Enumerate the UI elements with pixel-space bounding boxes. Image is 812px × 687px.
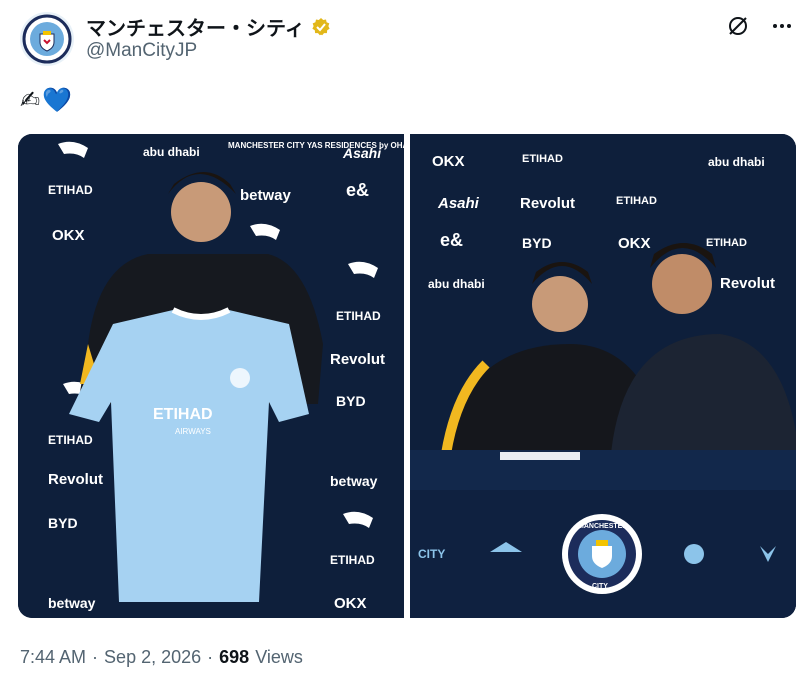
separator-dot: ·	[92, 647, 99, 667]
photo-right-illustration: OKX ETIHAD abu dhabi Asahi Revolut ETIHA…	[410, 134, 796, 618]
sponsor-okx: OKX	[52, 227, 85, 244]
crest-bottom-text: CITY	[592, 583, 608, 590]
photo-player-holding-shirt[interactable]: abu dhabi MANCHESTER CITY YAS RESIDENCES…	[18, 134, 404, 618]
sponsor-okx-r2: OKX	[618, 235, 651, 252]
writing-hand-emoji: ✍	[20, 87, 41, 114]
user-handle[interactable]: @ManCityJP	[86, 40, 197, 62]
sponsor-byd-r: BYD	[522, 235, 552, 251]
tweet-time[interactable]: 7:44 AM	[20, 647, 86, 668]
club-crest-table: MANCHESTER CITY	[562, 514, 642, 594]
sponsor-revolut-2: Revolut	[48, 471, 103, 488]
sponsor-okx-2: OKX	[334, 595, 367, 612]
grok-icon[interactable]	[726, 14, 750, 38]
sponsor-byd-2: BYD	[48, 515, 78, 531]
separator-dot-2: ·	[207, 647, 214, 667]
tweet-top-actions	[726, 14, 794, 38]
sponsor-eand: e&	[346, 180, 369, 200]
media-grid: abu dhabi MANCHESTER CITY YAS RESIDENCES…	[18, 134, 796, 618]
author-name-row: マンチェスター・シティ	[86, 12, 331, 41]
views-label: Views	[255, 647, 303, 667]
sponsor-abu-dhabi: abu dhabi	[143, 145, 200, 159]
views-count: 698	[219, 647, 250, 667]
sponsor-abu-dhabi-r: abu dhabi	[708, 155, 765, 169]
man-city-crest-icon	[22, 14, 72, 64]
sponsor-eand-r: e&	[440, 230, 463, 250]
display-name[interactable]: マンチェスター・シティ	[86, 12, 305, 41]
blue-heart-emoji: 💙	[42, 87, 72, 114]
sponsor-betway: betway	[240, 187, 292, 204]
more-options-icon[interactable]	[770, 14, 794, 38]
sponsor-etihad-r2: ETIHAD	[616, 195, 657, 207]
sponsor-abu-dhabi-r2: abu dhabi	[428, 277, 485, 291]
tweet-date[interactable]: Sep 2, 2026	[104, 647, 201, 668]
sponsor-asahi: Asahi	[342, 145, 382, 161]
shirt-sponsor-sub: AIRWAYS	[175, 427, 211, 436]
verified-badge-icon	[312, 17, 330, 35]
tweet-text: ✍ 💙	[20, 86, 72, 115]
tweet-meta: 7:44 AM · Sep 2, 2026 · 698 Views	[20, 647, 303, 668]
sponsor-okx-r: OKX	[432, 153, 465, 170]
sponsor-etihad-r: ETIHAD	[522, 153, 563, 165]
sponsor-revolut-r: Revolut	[520, 195, 575, 212]
sponsor-etihad-2: ETIHAD	[330, 553, 375, 567]
sponsor-betway-2: betway	[48, 595, 96, 611]
sponsor-byd: BYD	[336, 393, 366, 409]
shirt-sponsor: ETIHAD	[153, 406, 213, 423]
sponsor-etihad-4: ETIHAD	[48, 433, 93, 447]
crest-top-text: MANCHESTER	[578, 523, 627, 530]
table-city-label: CITY	[418, 547, 445, 561]
sponsor-etihad: ETIHAD	[48, 183, 93, 197]
sponsor-revolut-r2: Revolut	[720, 275, 775, 292]
sponsor-revolut: Revolut	[330, 351, 385, 368]
sponsor-etihad-3: ETIHAD	[336, 309, 381, 323]
sponsor-etihad-r3: ETIHAD	[706, 237, 747, 249]
photo-signing-table[interactable]: OKX ETIHAD abu dhabi Asahi Revolut ETIHA…	[410, 134, 796, 618]
sponsor-betway-3: betway	[330, 473, 378, 489]
sponsor-asahi-r: Asahi	[437, 195, 480, 212]
avatar[interactable]	[20, 12, 74, 66]
photo-left-illustration: abu dhabi MANCHESTER CITY YAS RESIDENCES…	[18, 134, 404, 618]
